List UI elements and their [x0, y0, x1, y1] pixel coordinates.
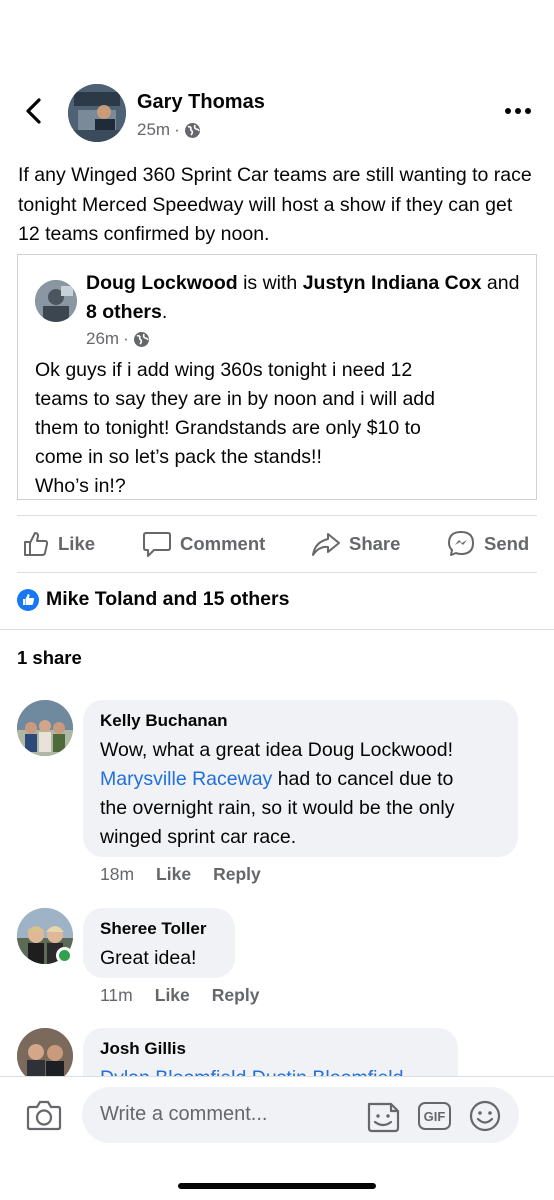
- comment-button[interactable]: Comment: [142, 518, 265, 570]
- comment-input-placeholder: Write a comment...: [100, 1103, 268, 1125]
- shared-post-time[interactable]: 26m: [86, 329, 119, 349]
- post-time[interactable]: 25m: [137, 120, 170, 140]
- divider: [17, 515, 537, 516]
- globe-icon: [133, 331, 149, 347]
- comment-composer: Write a comment... GIF: [0, 1076, 554, 1200]
- send-label: Send: [484, 533, 530, 554]
- post-meta: 25m ·: [137, 120, 201, 140]
- shared-text-line: Who’s in!?: [35, 475, 126, 497]
- comment-input[interactable]: Write a comment... GIF: [82, 1087, 519, 1143]
- share-label: Share: [349, 533, 401, 554]
- comment-like-button[interactable]: Like: [155, 985, 190, 1006]
- comment-time: 11m: [100, 985, 133, 1005]
- commenter-name[interactable]: Kelly Buchanan: [100, 710, 500, 732]
- shared-text-line: them to tonight! Grandstands are only $1…: [35, 417, 421, 439]
- comment-bubble[interactable]: Sheree Toller Great idea!: [83, 908, 235, 978]
- comment-text: Great idea!: [100, 947, 197, 969]
- comment-meta: 11m Like Reply: [100, 985, 259, 1006]
- online-status-indicator: [56, 947, 73, 964]
- thumbs-up-icon: [24, 532, 49, 556]
- camera-icon[interactable]: [26, 1099, 62, 1131]
- back-chevron-icon[interactable]: [22, 96, 46, 126]
- meta-dot: ·: [123, 329, 129, 348]
- comment-text: Wow, what a great idea Doug Lockwood! Ma…: [100, 736, 500, 852]
- emoji-icon[interactable]: [468, 1099, 502, 1133]
- divider: [17, 572, 537, 573]
- messenger-icon: [448, 531, 474, 556]
- sticker-icon[interactable]: [364, 1100, 402, 1134]
- commenter-name[interactable]: Sheree Toller: [100, 918, 217, 940]
- comment-line: the overnight rain, so it would be the o…: [100, 797, 455, 819]
- shared-author-name[interactable]: Doug Lockwood: [86, 272, 238, 294]
- comment-reply-button[interactable]: Reply: [212, 985, 260, 1006]
- tagged-others[interactable]: 8 others: [86, 301, 162, 323]
- and-text: and: [486, 272, 520, 294]
- like-reaction-icon: [17, 588, 39, 611]
- divider: [0, 629, 554, 630]
- shared-text-line: come in so let’s pack the stands!!: [35, 446, 322, 468]
- shared-text-line: Ok guys if i add wing 360s tonight i nee…: [35, 359, 413, 381]
- shared-author-avatar[interactable]: [35, 280, 77, 322]
- like-label: Like: [58, 533, 96, 554]
- comment-meta: 18m Like Reply: [100, 864, 261, 885]
- reactions-summary[interactable]: Mike Toland and 15 others: [17, 588, 289, 611]
- like-button[interactable]: Like: [22, 518, 95, 570]
- share-button[interactable]: Share: [311, 518, 400, 570]
- shared-post-meta: 26m ·: [86, 329, 150, 349]
- commenter-avatar[interactable]: [17, 700, 73, 756]
- shared-text-line: teams to say they are in by noon and i w…: [35, 388, 435, 410]
- more-horizontal-icon[interactable]: [504, 106, 532, 116]
- comment-reply-button[interactable]: Reply: [213, 864, 261, 885]
- shared-post-text: Ok guys if i add wing 360s tonight i nee…: [35, 356, 525, 501]
- globe-icon: [184, 122, 200, 138]
- post-text: If any Winged 360 Sprint Car teams are s…: [18, 164, 532, 245]
- share-arrow-icon: [312, 533, 340, 556]
- post-author-name[interactable]: Gary Thomas: [137, 91, 265, 114]
- commenter-name[interactable]: Josh Gillis: [100, 1038, 440, 1060]
- shared-post-card[interactable]: Doug Lockwood is with Justyn Indiana Cox…: [17, 254, 537, 500]
- gif-label: GIF: [423, 1108, 446, 1124]
- gif-icon[interactable]: GIF: [418, 1102, 451, 1130]
- comment-line: Marysville Raceway had to cancel due to: [100, 765, 500, 794]
- comment-like-button[interactable]: Like: [156, 864, 191, 885]
- speech-bubble-icon: [143, 532, 171, 557]
- comment-line: winged sprint car race.: [100, 826, 297, 848]
- comment-bubble[interactable]: Kelly Buchanan Wow, what a great idea Do…: [83, 700, 518, 857]
- action-bar: Like Comment Share Send: [0, 518, 554, 570]
- shared-post-header: Doug Lockwood is with Justyn Indiana Cox…: [86, 269, 526, 327]
- meta-dot: ·: [174, 120, 180, 139]
- comment-line-rest: had to cancel due to: [272, 768, 454, 790]
- comment-label: Comment: [180, 533, 266, 554]
- home-indicator[interactable]: [178, 1183, 376, 1189]
- is-with-text: is with: [243, 272, 298, 294]
- comment-line: Wow, what a great idea Doug Lockwood!: [100, 739, 454, 761]
- send-button[interactable]: Send: [446, 518, 529, 570]
- page-mention-link[interactable]: Marysville Raceway: [100, 768, 272, 790]
- shares-count[interactable]: 1 share: [17, 647, 82, 669]
- author-avatar[interactable]: [68, 84, 126, 142]
- comment-time: 18m: [100, 864, 135, 884]
- post-header: Gary Thomas 25m ·: [0, 82, 554, 144]
- reactions-text: Mike Toland and 15 others: [46, 588, 290, 610]
- tagged-person[interactable]: Justyn Indiana Cox: [303, 272, 482, 294]
- period: .: [161, 301, 168, 323]
